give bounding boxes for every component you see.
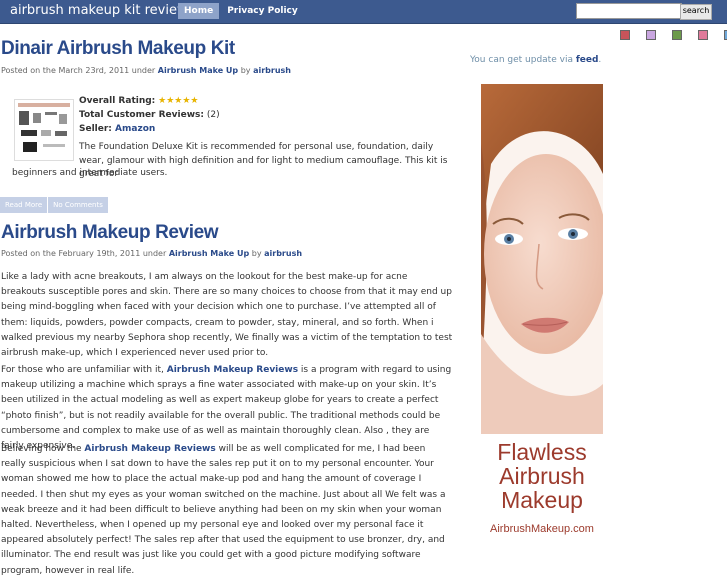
update-text: You can get update via	[470, 55, 576, 65]
meta-date: Posted on the March 23rd, 2011 under	[1, 66, 158, 75]
no-comments-button[interactable]: No Comments	[48, 197, 108, 213]
overall-rating-label: Overall Rating:	[79, 96, 156, 106]
color-switcher	[620, 30, 727, 40]
site-title[interactable]: airbrush makeup kit review	[10, 3, 188, 18]
feed-link[interactable]: feed	[576, 55, 599, 65]
post-meta: Posted on the March 23rd, 2011 under Air…	[1, 66, 291, 75]
overall-rating: Overall Rating: ★★★★★	[79, 96, 199, 106]
main-nav: Home Privacy Policy	[178, 3, 304, 19]
para2-text-a: For those who are unfamiliar with it,	[1, 365, 167, 375]
seller: Seller: Amazon	[79, 124, 155, 134]
total-reviews: Total Customer Reviews: (2)	[79, 110, 220, 120]
ad-line-3: Makeup	[501, 487, 583, 513]
update-end: .	[598, 55, 602, 65]
airbrush-reviews-link[interactable]: Airbrush Makeup Reviews	[167, 365, 298, 375]
meta-category-link[interactable]: Airbrush Make Up	[169, 249, 249, 258]
meta-author-link[interactable]: airbrush	[253, 66, 291, 75]
sidebar-ad-banner[interactable]: Flawless Airbrush Makeup AirbrushMakeup.…	[481, 84, 603, 545]
feed-update-text: You can get update via feed.	[470, 55, 601, 65]
seller-label: Seller:	[79, 124, 112, 134]
ad-line-1: Flawless	[497, 439, 587, 465]
airbrush-reviews-link[interactable]: Airbrush Makeup Reviews	[84, 444, 215, 454]
meta-author-link[interactable]: airbrush	[264, 249, 302, 258]
nav-privacy-policy[interactable]: Privacy Policy	[221, 3, 304, 19]
post-title[interactable]: Airbrush Makeup Review	[1, 222, 219, 244]
meta-date: Posted on the February 19th, 2011 under	[1, 249, 169, 258]
para3-text-a: Believing how the	[1, 444, 85, 454]
meta-category-link[interactable]: Airbrush Make Up	[158, 66, 238, 75]
rating-stars-icon: ★★★★★	[158, 96, 199, 106]
product-description-end: beginners and intermediate users.	[12, 168, 168, 178]
color-swatch-purple[interactable]	[646, 30, 656, 40]
total-reviews-value: (2)	[204, 110, 220, 120]
color-swatch-red[interactable]	[620, 30, 630, 40]
post-actions: Read More No Comments	[0, 197, 109, 213]
post-title[interactable]: Dinair Airbrush Makeup Kit	[1, 38, 235, 60]
model-face-image	[481, 84, 603, 434]
search-button[interactable]: search	[680, 4, 712, 20]
product-image[interactable]	[14, 99, 74, 161]
meta-by: by	[238, 66, 254, 75]
post-paragraph-2: For those who are unfamiliar with it, Ai…	[1, 363, 453, 454]
read-more-button[interactable]: Read More	[0, 197, 48, 213]
color-swatch-pink[interactable]	[698, 30, 708, 40]
meta-by: by	[249, 249, 265, 258]
post-paragraph-3: Believing how the Airbrush Makeup Review…	[1, 442, 453, 579]
total-reviews-label: Total Customer Reviews:	[79, 110, 204, 120]
seller-link[interactable]: Amazon	[112, 124, 155, 134]
post-meta: Posted on the February 19th, 2011 under …	[1, 249, 302, 258]
color-swatch-green[interactable]	[672, 30, 682, 40]
ad-url[interactable]: AirbrushMakeup.com	[481, 523, 603, 535]
ad-line-2: Airbrush	[499, 463, 585, 489]
nav-home[interactable]: Home	[178, 3, 220, 19]
para3-text-b: will be as well complicated for me, I ha…	[1, 444, 446, 576]
para2-text-b: is a program with regard to using makeup…	[1, 365, 452, 452]
site-header: airbrush makeup kit review Home Privacy …	[0, 0, 727, 24]
ad-headline: Flawless Airbrush Makeup	[481, 440, 603, 512]
search-input[interactable]	[576, 3, 682, 19]
post-paragraph-1: Like a lady with acne breakouts, I am al…	[1, 272, 453, 359]
